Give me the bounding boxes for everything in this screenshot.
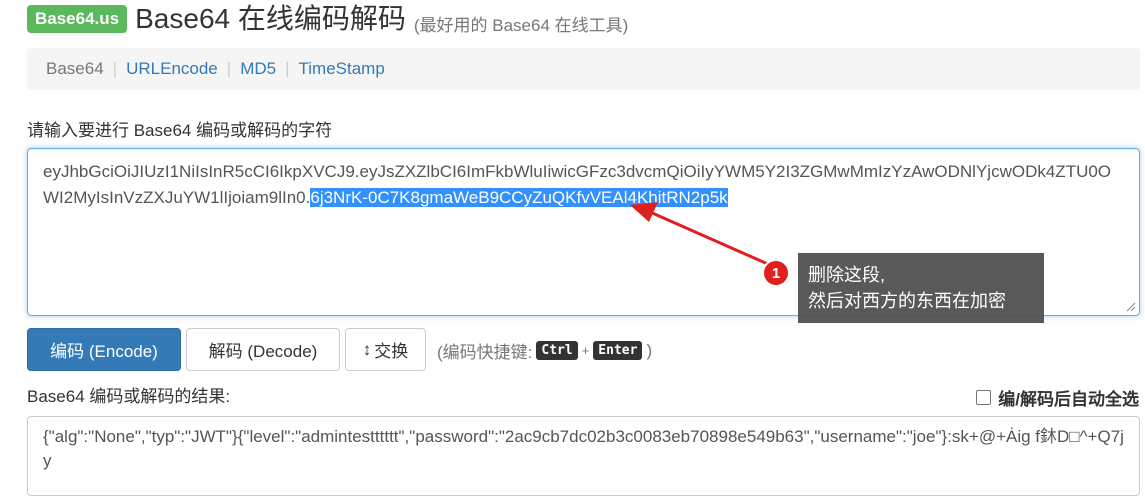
kbd-plus: + xyxy=(581,343,590,358)
page-title: Base64 在线编码解码 xyxy=(135,3,406,34)
encode-button[interactable]: 编码 (Encode) xyxy=(27,328,181,371)
result-label: Base64 编码或解码的结果: xyxy=(27,387,231,406)
annotation-line-1: 删除这段, xyxy=(808,265,886,285)
nav-separator: | xyxy=(112,59,118,78)
swap-label: 交换 xyxy=(374,342,409,361)
auto-select-checkbox[interactable] xyxy=(976,390,992,405)
logo-badge[interactable]: Base64.us xyxy=(27,5,128,33)
nav-breadcrumb: Base64 | URLEncode | MD5 | TimeStamp xyxy=(27,48,1140,90)
header: Base64.us Base64 在线编码解码 (最好用的 Base64 在线工… xyxy=(27,0,628,38)
nav-item-md5[interactable]: MD5 xyxy=(240,59,276,79)
nav-separator: | xyxy=(226,59,232,78)
nav-separator: | xyxy=(285,59,290,78)
swap-button[interactable]: ↕ 交换 xyxy=(345,328,426,371)
shortcut-prefix: (编码快捷键: xyxy=(437,343,533,362)
kbd-enter: Enter xyxy=(593,341,643,360)
annotation-tooltip: 删除这段, 然后对西方的东西在加密 xyxy=(798,253,1044,323)
auto-select-option[interactable]: 编/解码后自动全选 xyxy=(976,385,1139,410)
annotation-line-2: 然后对西方的东西在加密 xyxy=(808,291,1006,311)
page-subtitle: (最好用的 Base64 在线工具) xyxy=(413,15,629,35)
nav-item-urlencode[interactable]: URLEncode xyxy=(126,59,218,79)
result-text: {"alg":"None","typ":"JWT"}{"level":"admi… xyxy=(43,427,1124,470)
shortcut-suffix: ) xyxy=(646,340,653,360)
nav-item-timestamp[interactable]: TimeStamp xyxy=(299,59,385,79)
result-textarea[interactable]: {"alg":"None","typ":"JWT"}{"level":"admi… xyxy=(27,416,1140,496)
input-label: 请输入要进行 Base64 编码或解码的字符 xyxy=(27,121,333,140)
kbd-ctrl: Ctrl xyxy=(536,341,578,360)
resize-grip-icon[interactable] xyxy=(1126,302,1136,312)
auto-select-label: 编/解码后自动全选 xyxy=(998,390,1139,409)
input-selected-text: 6j3NrK-0C7K8gmaWeB9CCyZuQKfvVEAl4KhitRN2… xyxy=(310,188,728,207)
decode-button[interactable]: 解码 (Decode) xyxy=(186,328,340,371)
swap-icon: ↕ xyxy=(362,339,372,359)
annotation-number-badge: 1 xyxy=(762,259,790,287)
shortcut-hint: (编码快捷键: Ctrl + Enter ) xyxy=(437,338,652,363)
nav-item-base64[interactable]: Base64 xyxy=(46,59,104,79)
